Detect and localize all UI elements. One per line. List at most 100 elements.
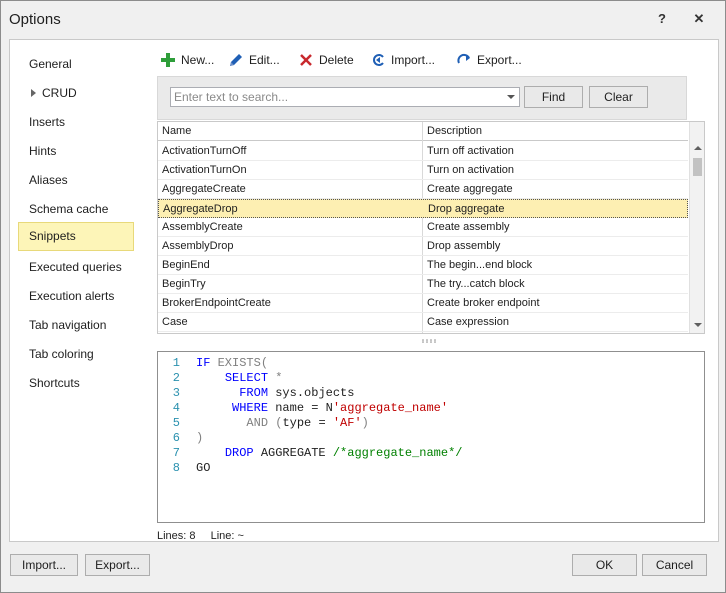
cancel-button[interactable]: Cancel	[642, 554, 707, 576]
pencil-icon	[230, 54, 242, 66]
grid-header: Name Description	[158, 122, 688, 141]
code-token: SELECT	[224, 371, 269, 385]
cell-name: AssemblyCreate	[162, 221, 243, 233]
code-token: sys.objects	[268, 386, 355, 400]
code-token: FROM	[239, 386, 269, 400]
cell-name: AggregateDrop	[163, 203, 238, 215]
code-token: (	[268, 416, 283, 430]
delete-button[interactable]: Delete	[298, 50, 358, 70]
line-number: 2	[172, 371, 180, 385]
export-snippets-button[interactable]: Export...	[456, 50, 528, 70]
code-token: DROP	[224, 446, 254, 460]
sidebar-item-label: CRUD	[42, 86, 77, 100]
code-line: SELECT *	[196, 371, 283, 386]
cell-description: The try...catch block	[427, 278, 525, 290]
sidebar-item-shortcuts[interactable]: Shortcuts	[18, 369, 134, 398]
cell-name: ActivationTurnOn	[162, 164, 247, 176]
snippet-code-editor[interactable]: 1 2 3 4 5 6 7 8 IF EXISTS( SELECT * FROM…	[157, 351, 705, 523]
close-button[interactable]: ✕	[689, 11, 709, 27]
expand-triangle-icon[interactable]	[31, 89, 36, 97]
export-settings-button[interactable]: Export...	[85, 554, 150, 576]
table-row[interactable]: AggregateCreate Create aggregate	[158, 180, 688, 199]
dialog-title: Options	[9, 11, 61, 28]
cell-description: Drop aggregate	[428, 203, 505, 215]
scroll-down-arrow-icon[interactable]	[694, 323, 702, 327]
sidebar-item-snippets[interactable]: Snippets	[18, 222, 134, 251]
title-bar: Options ? ✕	[1, 1, 725, 39]
line-number: 1	[172, 356, 180, 370]
table-row[interactable]: Case Case expression	[158, 313, 688, 332]
table-row[interactable]: AssemblyCreate Create assembly	[158, 218, 688, 237]
cell-description: Create broker endpoint	[427, 297, 540, 309]
code-line: GO	[196, 461, 210, 476]
table-row[interactable]: BeginTry The try...catch block	[158, 275, 688, 294]
sidebar-item-tab-navigation[interactable]: Tab navigation	[18, 311, 134, 340]
chevron-down-icon[interactable]	[503, 88, 519, 106]
code-token: 'aggregate_name'	[332, 401, 449, 415]
cursor-line: Line: ~	[210, 530, 244, 542]
table-row[interactable]: BeginEnd The begin...end block	[158, 256, 688, 275]
content-panel: General CRUD Inserts Hints Aliases Schem…	[9, 39, 719, 542]
code-token: AND	[246, 416, 269, 430]
code-line: WHERE name = N'aggregate_name'	[196, 401, 448, 416]
sidebar-item-schema-cache[interactable]: Schema cache	[18, 195, 134, 224]
sidebar-item-execution-alerts[interactable]: Execution alerts	[18, 282, 134, 311]
sidebar-item-crud[interactable]: CRUD	[18, 79, 134, 108]
sidebar-item-hints[interactable]: Hints	[18, 137, 134, 166]
code-token: *	[268, 371, 283, 385]
code-token: GO	[196, 461, 211, 475]
cell-name: BeginEnd	[162, 259, 210, 271]
editor-status: Lines: 8 Line: ~	[157, 530, 256, 542]
new-button[interactable]: New...	[160, 50, 220, 70]
code-token: /*aggregate_name*/	[332, 446, 463, 460]
table-row-selected[interactable]: AggregateDrop Drop aggregate	[158, 199, 688, 218]
options-dialog: Options ? ✕ General CRUD Inserts Hints A…	[0, 0, 726, 593]
find-button[interactable]: Find	[524, 86, 583, 108]
cell-name: Case	[162, 316, 188, 328]
snippets-grid: Name Description ActivationTurnOff Turn o…	[157, 121, 705, 334]
sidebar-item-executed-queries[interactable]: Executed queries	[18, 253, 134, 282]
sidebar-item-inserts[interactable]: Inserts	[18, 108, 134, 137]
column-header-description[interactable]: Description	[423, 122, 687, 141]
edit-button[interactable]: Edit...	[228, 50, 288, 70]
import-snippets-button[interactable]: Import...	[370, 50, 442, 70]
import-settings-button[interactable]: Import...	[10, 554, 78, 576]
table-row[interactable]: ActivationTurnOn Turn on activation	[158, 161, 688, 180]
grid-scrollbar[interactable]	[689, 122, 704, 333]
plus-icon	[161, 53, 175, 67]
cell-description: Create assembly	[427, 221, 510, 233]
help-button[interactable]: ?	[652, 11, 672, 26]
sidebar-item-aliases[interactable]: Aliases	[18, 166, 134, 195]
search-input[interactable]	[170, 87, 520, 107]
cell-description: Create aggregate	[427, 183, 513, 195]
code-line: FROM sys.objects	[196, 386, 354, 401]
clear-button[interactable]: Clear	[589, 86, 648, 108]
cell-name: BeginTry	[162, 278, 206, 290]
scroll-up-arrow-icon[interactable]	[694, 146, 702, 150]
cell-name: BrokerEndpointCreate	[162, 297, 271, 309]
column-header-name[interactable]: Name	[158, 122, 422, 141]
cell-name: AssemblyDrop	[162, 240, 234, 252]
import-icon	[373, 54, 384, 66]
sidebar-item-tab-coloring[interactable]: Tab coloring	[18, 340, 134, 369]
table-row[interactable]: BrokerEndpointCreate Create broker endpoi…	[158, 294, 688, 313]
splitter-grip-icon[interactable]	[421, 339, 439, 343]
code-token: WHERE	[232, 401, 269, 415]
code-token: name = N	[268, 401, 333, 415]
line-number: 4	[172, 401, 180, 415]
cell-description: Drop assembly	[427, 240, 501, 252]
sidebar-item-general[interactable]: General	[18, 50, 134, 79]
scroll-thumb[interactable]	[693, 158, 702, 176]
line-number: 5	[172, 416, 180, 430]
delete-x-icon	[300, 54, 312, 66]
code-token: AGGREGATE	[253, 446, 333, 460]
cell-description: The begin...end block	[427, 259, 533, 271]
line-count: Lines: 8	[157, 530, 196, 542]
table-row[interactable]: ActivationTurnOff Turn off activation	[158, 142, 688, 161]
export-icon	[457, 53, 470, 64]
code-line: DROP AGGREGATE /*aggregate_name*/	[196, 446, 463, 461]
ok-button[interactable]: OK	[572, 554, 637, 576]
table-row[interactable]: AssemblyDrop Drop assembly	[158, 237, 688, 256]
cell-description: Case expression	[427, 316, 509, 328]
line-number: 7	[172, 446, 180, 460]
